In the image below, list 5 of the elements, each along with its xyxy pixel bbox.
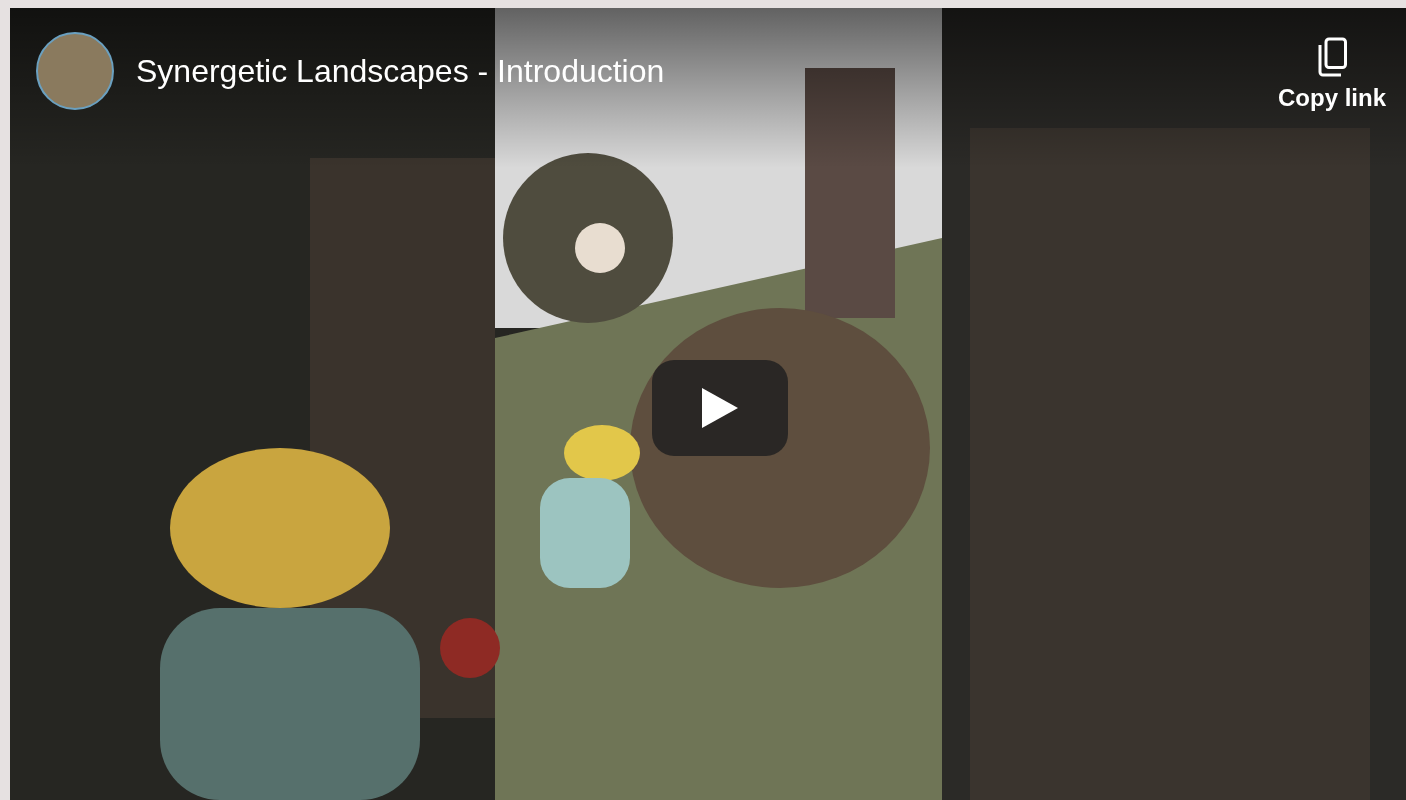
video-player[interactable]: Synergetic Landscapes - Introduction Copy link <box>10 8 1406 800</box>
video-title[interactable]: Synergetic Landscapes - Introduction <box>136 55 665 87</box>
play-button[interactable] <box>652 360 788 456</box>
copy-link-button[interactable]: Copy link <box>1278 36 1386 110</box>
play-icon <box>702 388 738 428</box>
